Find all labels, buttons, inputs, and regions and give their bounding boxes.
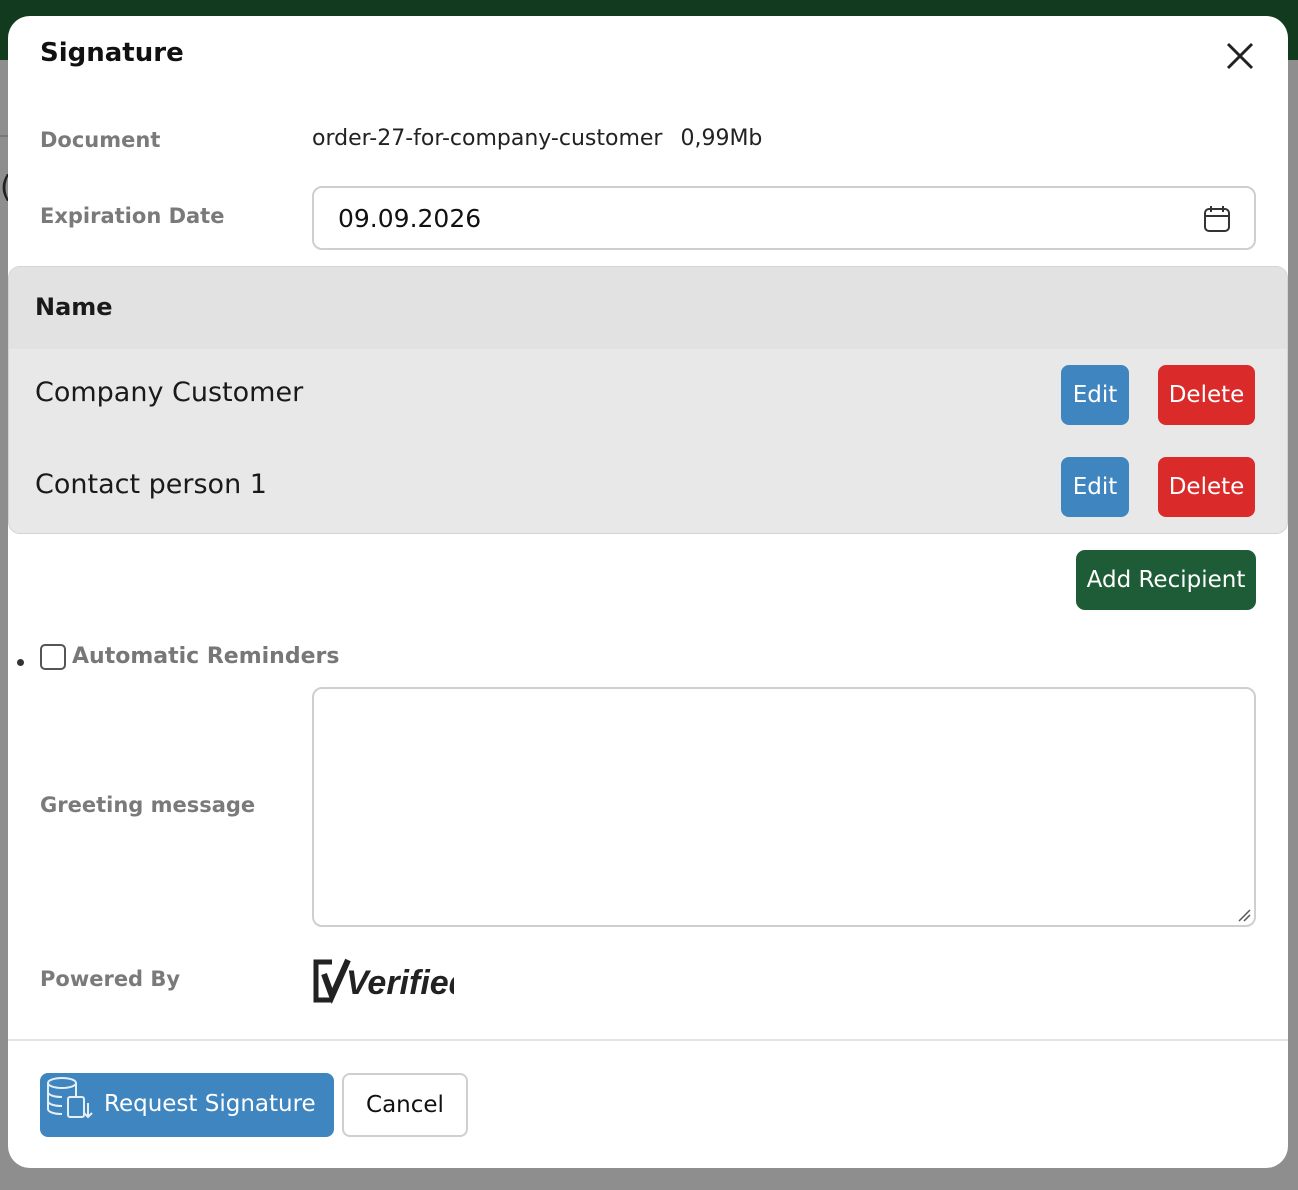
document-label: Document — [40, 128, 161, 152]
resize-grip-icon[interactable] — [1237, 908, 1251, 922]
verified-logo: Verified — [313, 958, 454, 1004]
automatic-reminders-label[interactable]: Automatic Reminders — [72, 644, 339, 669]
request-signature-button[interactable]: Request Signature — [40, 1073, 334, 1137]
document-info: order-27-for-company-customer 0,99Mb — [312, 126, 762, 151]
recipient-name: Contact person 1 — [35, 469, 267, 500]
request-signature-label: Request Signature — [104, 1091, 316, 1117]
expiration-date-value: 09.09.2026 — [338, 204, 482, 233]
modal-title: Signature — [40, 38, 184, 68]
list-bullet — [17, 659, 24, 666]
delete-button[interactable]: Delete — [1158, 457, 1255, 517]
column-header-name: Name — [35, 293, 113, 321]
footer-divider — [8, 1039, 1288, 1041]
verified-logo-text: Verified — [346, 964, 454, 1002]
table-header: Name — [9, 267, 1287, 349]
close-icon[interactable] — [1220, 36, 1260, 76]
document-name: order-27-for-company-customer — [312, 126, 663, 151]
expiration-date-input[interactable]: 09.09.2026 — [312, 186, 1256, 250]
calendar-icon[interactable] — [1202, 204, 1232, 234]
delete-button[interactable]: Delete — [1158, 365, 1255, 425]
document-size: 0,99Mb — [680, 126, 763, 151]
greeting-message-label: Greeting message — [40, 793, 256, 817]
add-recipient-button[interactable]: Add Recipient — [1076, 550, 1256, 610]
powered-by-label: Powered By — [40, 967, 181, 991]
table-row: Company Customer Edit Delete — [9, 349, 1287, 441]
edit-button[interactable]: Edit — [1061, 365, 1129, 425]
greeting-message-textarea[interactable] — [312, 687, 1256, 927]
recipients-table: Name Company Customer Edit Delete Contac… — [8, 266, 1288, 534]
expiration-date-label: Expiration Date — [40, 204, 225, 228]
edit-button[interactable]: Edit — [1061, 457, 1129, 517]
cancel-button[interactable]: Cancel — [342, 1073, 468, 1137]
recipient-name: Company Customer — [35, 377, 304, 408]
signature-modal: Signature Document order-27-for-company-… — [8, 16, 1288, 1168]
table-row: Contact person 1 Edit Delete — [9, 441, 1287, 533]
database-download-icon — [47, 1077, 93, 1119]
automatic-reminders-checkbox[interactable] — [40, 644, 66, 670]
